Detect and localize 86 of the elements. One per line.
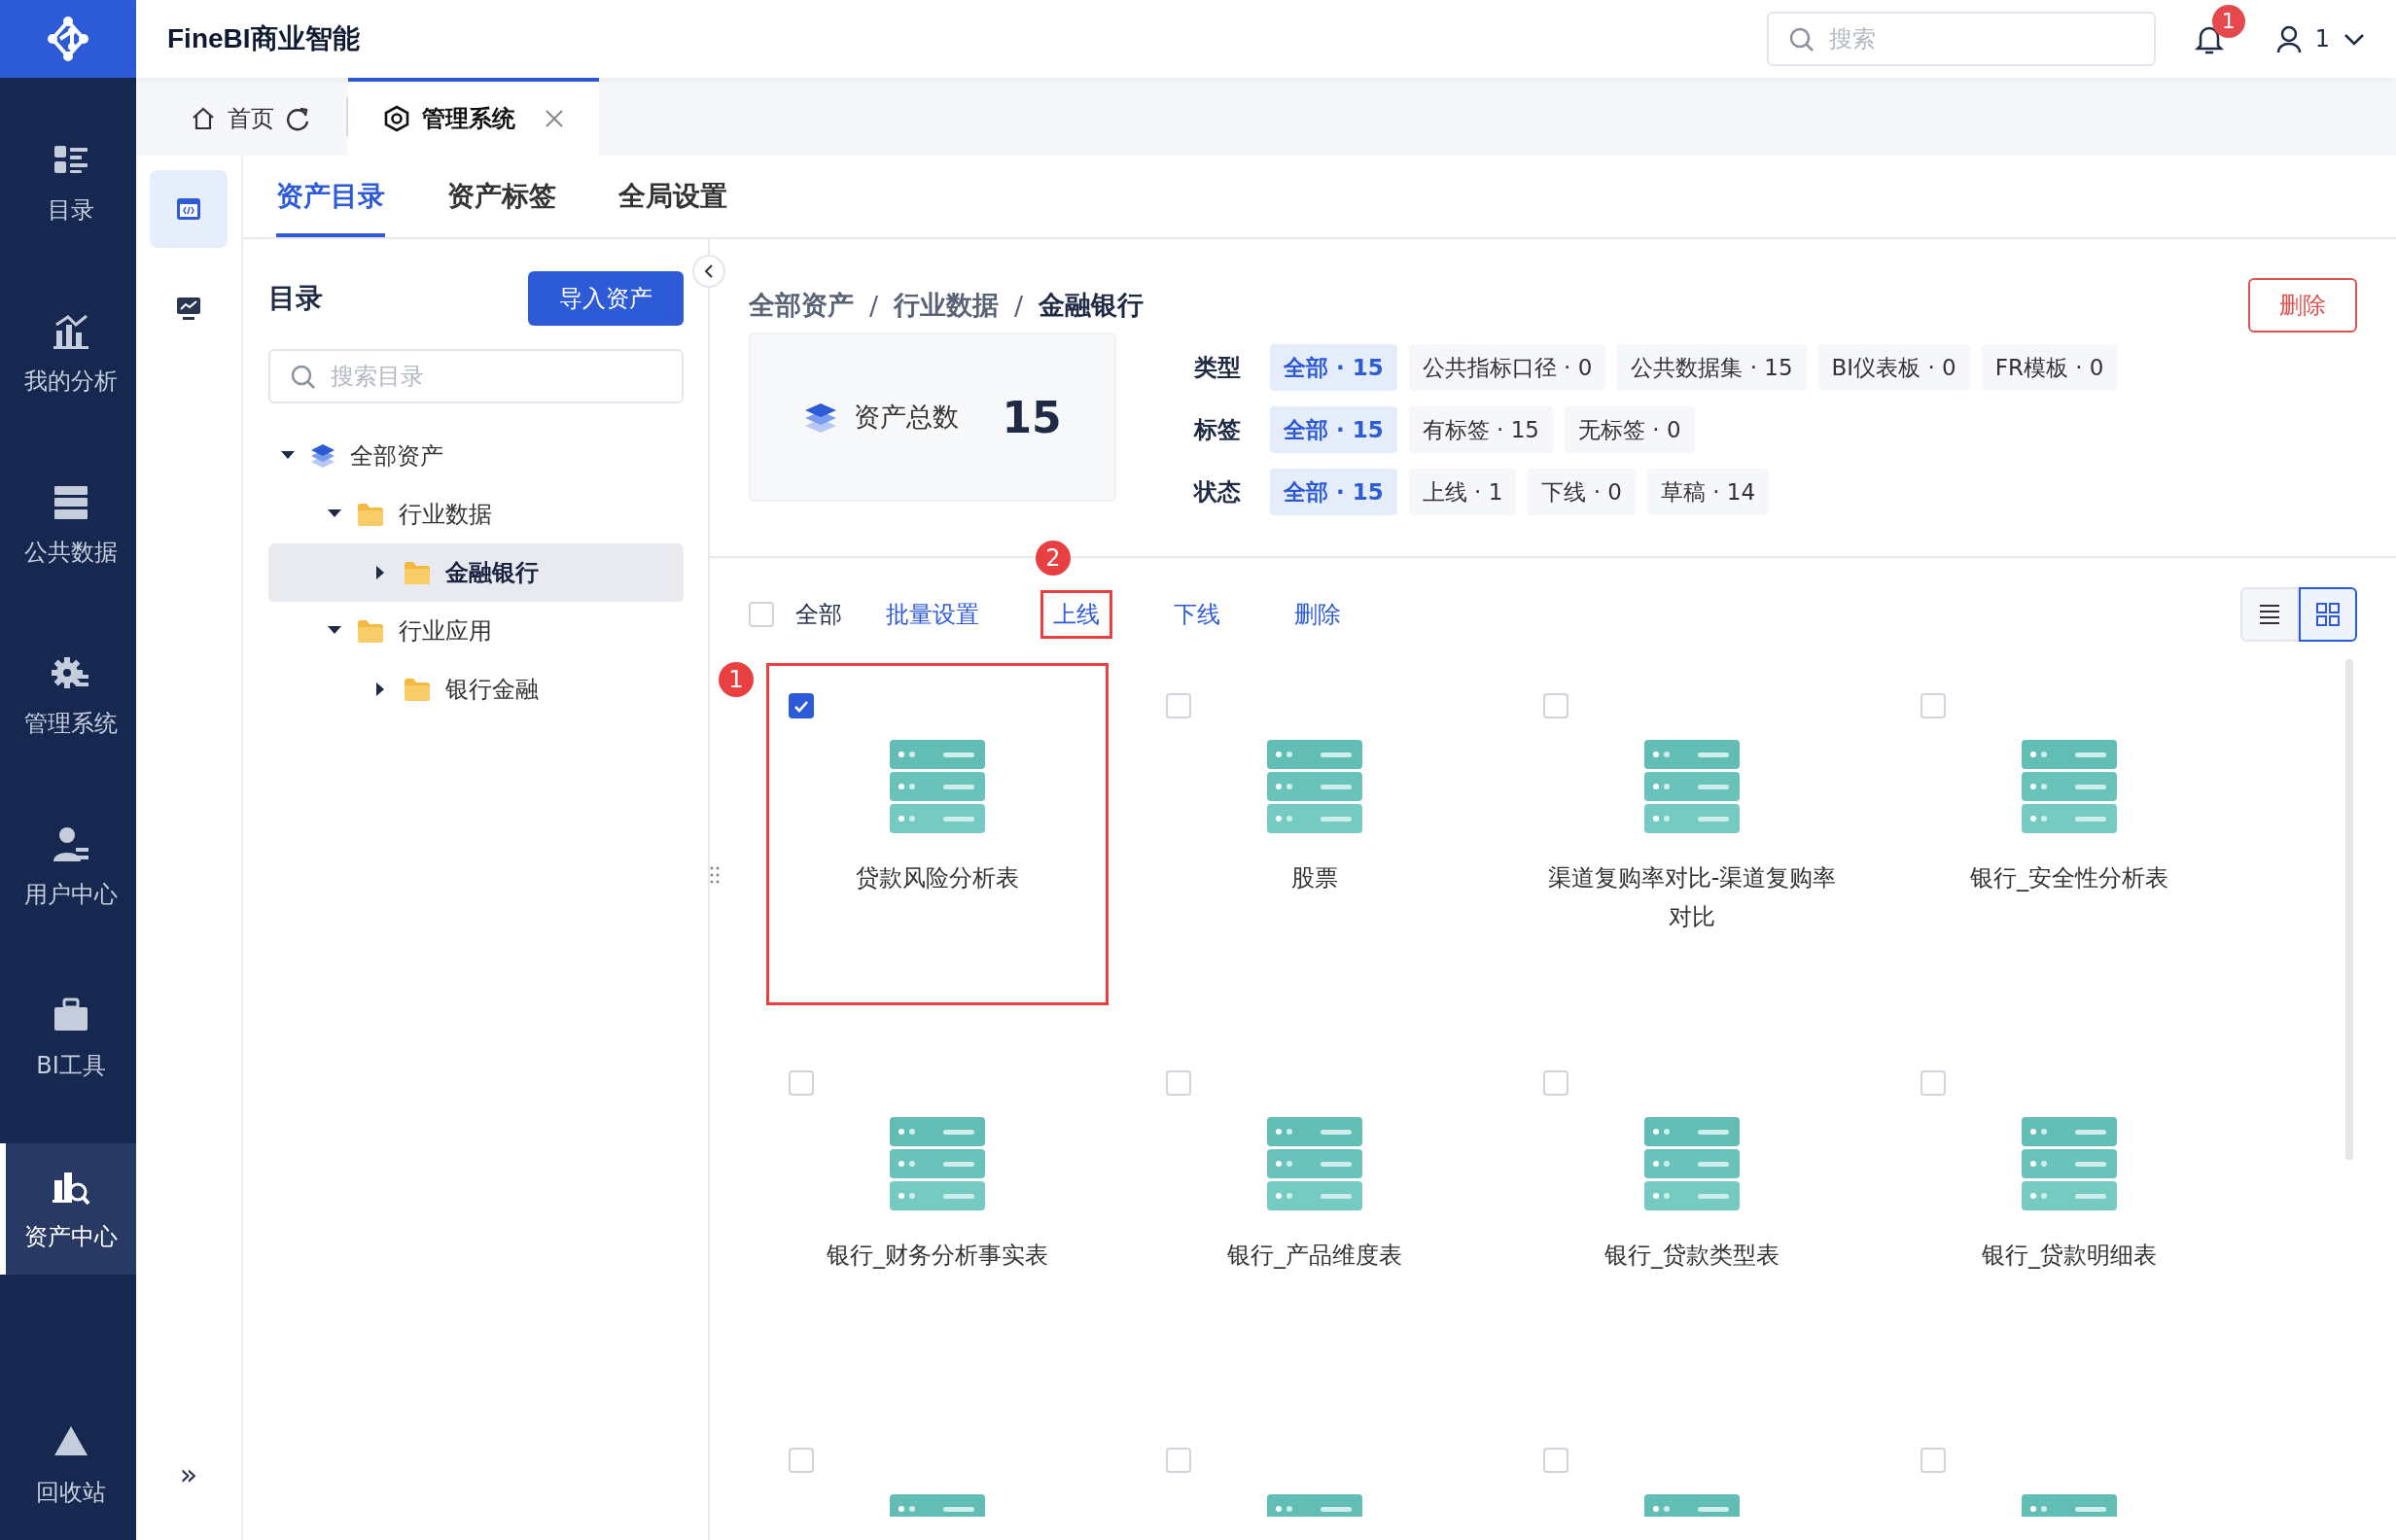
tab-label: 管理系统 — [422, 104, 515, 134]
sub-tab[interactable]: 资产目录 — [276, 156, 385, 237]
page-tab[interactable]: 首页 — [156, 78, 346, 156]
breadcrumb-item[interactable]: 行业数据 — [894, 288, 1000, 323]
filter-chip[interactable]: 有标签 · 15 — [1408, 406, 1553, 453]
tree-item[interactable]: 全部资产 — [268, 427, 684, 485]
sub-tab[interactable]: 资产标签 — [447, 156, 556, 237]
tree-label: 行业应用 — [399, 616, 492, 647]
nav-label: 回收站 — [36, 1477, 106, 1508]
expand-button[interactable]: » — [179, 1457, 198, 1491]
summary-value: 15 — [1002, 392, 1062, 442]
nav-item[interactable]: 回收站 — [0, 1409, 136, 1540]
filter-chip[interactable]: BI仪表板 · 0 — [1817, 344, 1970, 391]
filter-chip[interactable]: 公共指标口径 · 0 — [1408, 344, 1606, 391]
user-menu[interactable]: 1 — [2275, 25, 2365, 52]
nav-item[interactable]: 用户中心 — [0, 801, 136, 932]
filter-chip[interactable]: 全部 · 15 — [1270, 469, 1397, 515]
import-button[interactable]: 导入资产 — [528, 271, 684, 326]
sub-tab[interactable]: 全局设置 — [618, 156, 727, 237]
asset-card[interactable]: 银行_产品维度表 — [1144, 1040, 1486, 1382]
filter-chip[interactable]: 上线 · 1 — [1408, 469, 1517, 515]
tree-label: 行业数据 — [399, 500, 492, 530]
filter-chip[interactable]: 全部 · 15 — [1270, 406, 1397, 453]
nav-item[interactable]: 我的分析 — [0, 288, 136, 419]
nav-label: 我的分析 — [24, 366, 118, 397]
asset-name: 银行_贷款明细表 — [1981, 1241, 2158, 1271]
toolbar-action[interactable]: 下线 — [1161, 590, 1233, 639]
tree-item[interactable]: 行业数据 — [268, 485, 684, 543]
filter-label: 状态 — [1194, 477, 1242, 508]
tree-label: 银行金融 — [445, 675, 539, 705]
asset-name: 渠道复购率对比-渠道复购率对比 — [1546, 863, 1838, 932]
nav-label: 管理系统 — [24, 708, 118, 739]
asset-name: 银行_贷款类型表 — [1603, 1241, 1780, 1271]
nav-item[interactable]: 管理系统 — [0, 630, 136, 761]
breadcrumb-separator: / — [869, 290, 879, 321]
breadcrumb-separator: / — [1014, 290, 1024, 321]
tree-label: 金融银行 — [445, 558, 539, 588]
delete-button[interactable]: 删除 — [2248, 278, 2357, 332]
step-badge: 2 — [1036, 541, 1071, 576]
toolbar-action[interactable]: 删除 — [1282, 590, 1354, 639]
nav-label: 公共数据 — [24, 537, 118, 568]
user-name: 1 — [2314, 25, 2330, 52]
asset-card[interactable]: 银行_安全性分析表 — [1898, 663, 2240, 1005]
asset-card[interactable]: 银行_财务分析事实表 — [766, 1040, 1109, 1382]
nav-item[interactable]: 目录 — [0, 117, 136, 248]
filter-chip[interactable]: 草稿 · 14 — [1646, 469, 1770, 515]
nav-item[interactable]: 资产中心 — [0, 1143, 136, 1275]
page-tab[interactable]: 管理系统 — [348, 78, 599, 156]
asset-name: 银行_安全性分析表 — [1969, 863, 2169, 893]
panel-title: 目录 — [268, 281, 323, 316]
asset-card[interactable]: 银行_贷款类型表 — [1521, 1040, 1863, 1382]
filter-label: 类型 — [1194, 353, 1242, 383]
nav-item[interactable]: BI工具 — [0, 972, 136, 1103]
toolbar-action[interactable]: 批量设置 — [873, 590, 992, 639]
filter-chip[interactable]: 无标签 · 0 — [1564, 406, 1695, 453]
nav-item[interactable]: 公共数据 — [0, 459, 136, 590]
nav-label: 目录 — [48, 194, 94, 226]
step-badge: 1 — [719, 662, 754, 697]
nav-label: BI工具 — [36, 1050, 106, 1081]
tree-item[interactable]: 银行金融 — [268, 660, 684, 718]
filter-chip[interactable]: FR模板 · 0 — [1981, 344, 2118, 391]
asset-card[interactable]: 银行_贷款明细表 — [1898, 1040, 2240, 1382]
tree-label: 全部资产 — [350, 441, 443, 472]
notification-badge: 1 — [2211, 4, 2245, 38]
nav-label: 资产中心 — [24, 1221, 118, 1252]
filter-label: 标签 — [1194, 415, 1242, 445]
filter-chip[interactable]: 全部 · 15 — [1270, 344, 1397, 391]
search-field[interactable]: 搜索目录 — [268, 349, 684, 403]
asset-name: 贷款风险分析表 — [855, 863, 1020, 893]
breadcrumb-item[interactable]: 金融银行 — [1039, 288, 1145, 323]
tab-label: 首页 — [228, 104, 274, 134]
tree-item[interactable]: 行业应用 — [268, 602, 684, 660]
asset-name: 股票 — [1290, 863, 1339, 893]
asset-name: 银行_产品维度表 — [1226, 1241, 1403, 1271]
summary-label: 资产总数 — [854, 401, 960, 434]
app-title: FineBI商业智能 — [167, 22, 360, 55]
nav-label: 用户中心 — [24, 879, 118, 910]
tree-item[interactable]: 金融银行 — [268, 543, 684, 602]
asset-name: 银行_财务分析事实表 — [826, 1241, 1049, 1271]
select-all-label: 全部 — [795, 600, 842, 630]
search-field[interactable]: 搜索 — [1766, 12, 2156, 66]
filter-chip[interactable]: 公共数据集 · 15 — [1617, 344, 1807, 391]
breadcrumb-item[interactable]: 全部资产 — [749, 288, 854, 323]
asset-card[interactable]: 渠道复购率对比-渠道复购率对比 — [1521, 663, 1863, 1005]
filter-chip[interactable]: 下线 · 0 — [1528, 469, 1636, 515]
asset-card[interactable]: 股票 — [1144, 663, 1486, 1005]
